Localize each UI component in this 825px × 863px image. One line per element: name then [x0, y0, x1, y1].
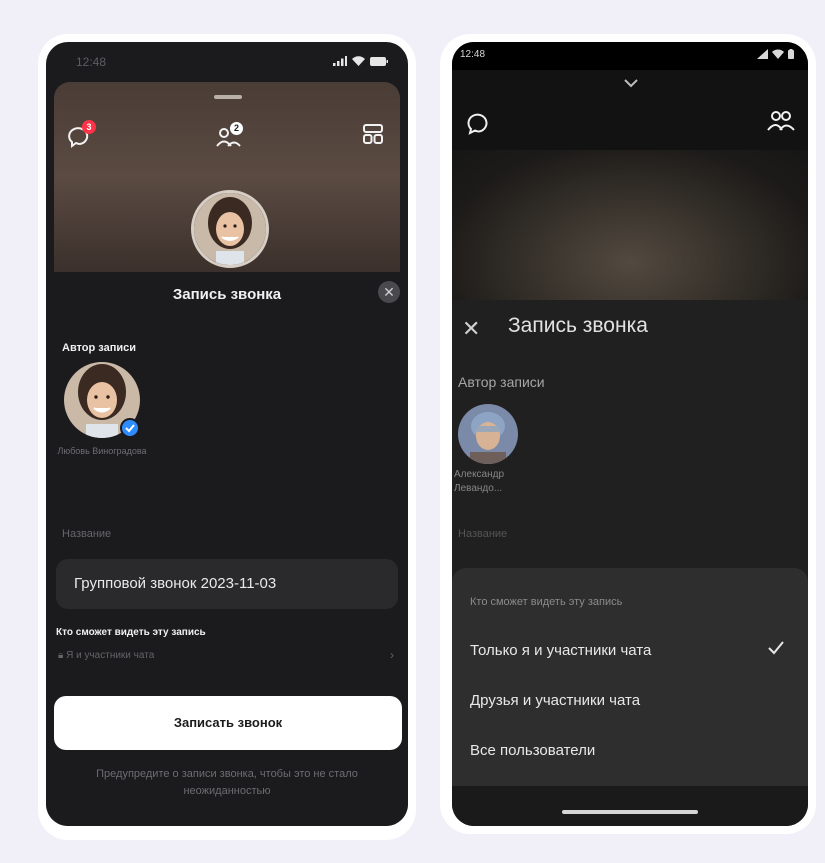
- option-friends-and-chat[interactable]: Друзья и участники чата: [470, 692, 640, 709]
- verified-check-icon: [120, 418, 140, 438]
- record-call-sheet: Запись звонка ✕ Автор записи Любовь Вино…: [46, 272, 408, 826]
- lock-icon: 🔒︎: [58, 650, 67, 661]
- right-phone-screen: 12:48 ✕ Запись звонка Автор записи Алекс…: [452, 42, 808, 826]
- record-hint: Предупредите о записи звонка, чтобы это …: [96, 768, 358, 797]
- close-icon[interactable]: ✕: [462, 316, 480, 342]
- author-label: Автор записи: [458, 374, 545, 390]
- option-only-me-and-chat[interactable]: Только я и участники чата: [470, 642, 651, 659]
- record-call-button[interactable]: Записать звонок: [54, 696, 402, 750]
- visibility-label: Кто сможет видеть эту запись: [56, 627, 206, 638]
- author-name: Александр Левандо...: [454, 468, 504, 496]
- chat-button[interactable]: 3: [66, 120, 96, 150]
- visibility-value: Я и участники чата: [66, 650, 155, 661]
- status-icons: [757, 49, 794, 59]
- wifi-icon: [772, 49, 784, 59]
- call-top-bar: [452, 70, 808, 150]
- video-preview: 3 2: [54, 82, 400, 272]
- author-name-line1: Александр: [454, 469, 505, 480]
- participants-button[interactable]: 2: [214, 122, 244, 150]
- chat-icon[interactable]: [466, 110, 492, 136]
- drag-handle[interactable]: [214, 95, 242, 99]
- author-photo: [458, 404, 518, 464]
- close-button[interactable]: ✕: [378, 281, 400, 303]
- participants-badge: 2: [230, 122, 243, 135]
- video-preview: [452, 150, 808, 300]
- chevron-right-icon: ›: [390, 648, 394, 662]
- chevron-down-icon[interactable]: [622, 76, 640, 90]
- status-time: 12:48: [76, 55, 107, 69]
- status-icons: [333, 56, 388, 66]
- author-name: Любовь Виноградова: [57, 446, 147, 456]
- status-bar: 12:48: [46, 42, 408, 82]
- visibility-title: Кто сможет видеть эту запись: [470, 596, 623, 608]
- visibility-selector[interactable]: 🔒︎ Я и участники чата: [58, 650, 154, 661]
- signal-icon: [333, 56, 347, 66]
- person-photo: [194, 193, 266, 265]
- visibility-sheet: Кто сможет видеть эту запись Только я и …: [452, 568, 808, 786]
- status-bar: 12:48: [452, 42, 808, 70]
- name-label: Название: [62, 528, 112, 540]
- layout-button[interactable]: [361, 122, 385, 146]
- grid-icon: [363, 124, 383, 144]
- battery-icon: [370, 56, 388, 66]
- option-all-users[interactable]: Все пользователи: [470, 742, 595, 759]
- left-phone-screen: 12:48 3 2 Запись звонка ✕ Автор записи Л…: [46, 42, 408, 826]
- battery-icon: [788, 49, 794, 59]
- checkmark-icon: [768, 641, 784, 655]
- author-avatar[interactable]: [458, 404, 518, 464]
- author-name-line2: Левандо...: [454, 483, 503, 494]
- signal-icon: [757, 49, 768, 59]
- sheet-title: Запись звонка: [172, 286, 282, 303]
- android-nav-bar: [452, 786, 808, 826]
- people-icon[interactable]: [766, 108, 796, 134]
- home-indicator[interactable]: [562, 810, 698, 814]
- wifi-icon: [352, 56, 365, 66]
- status-time: 12:48: [460, 49, 486, 60]
- speaker-avatar: [191, 190, 269, 268]
- name-input[interactable]: Групповой звонок 2023-11-03: [56, 559, 398, 609]
- chat-badge: 3: [82, 120, 96, 134]
- close-icon: ✕: [383, 284, 395, 300]
- screen-title: Запись звонка: [508, 314, 648, 337]
- name-label: Название: [458, 528, 508, 540]
- author-label: Автор записи: [62, 342, 137, 354]
